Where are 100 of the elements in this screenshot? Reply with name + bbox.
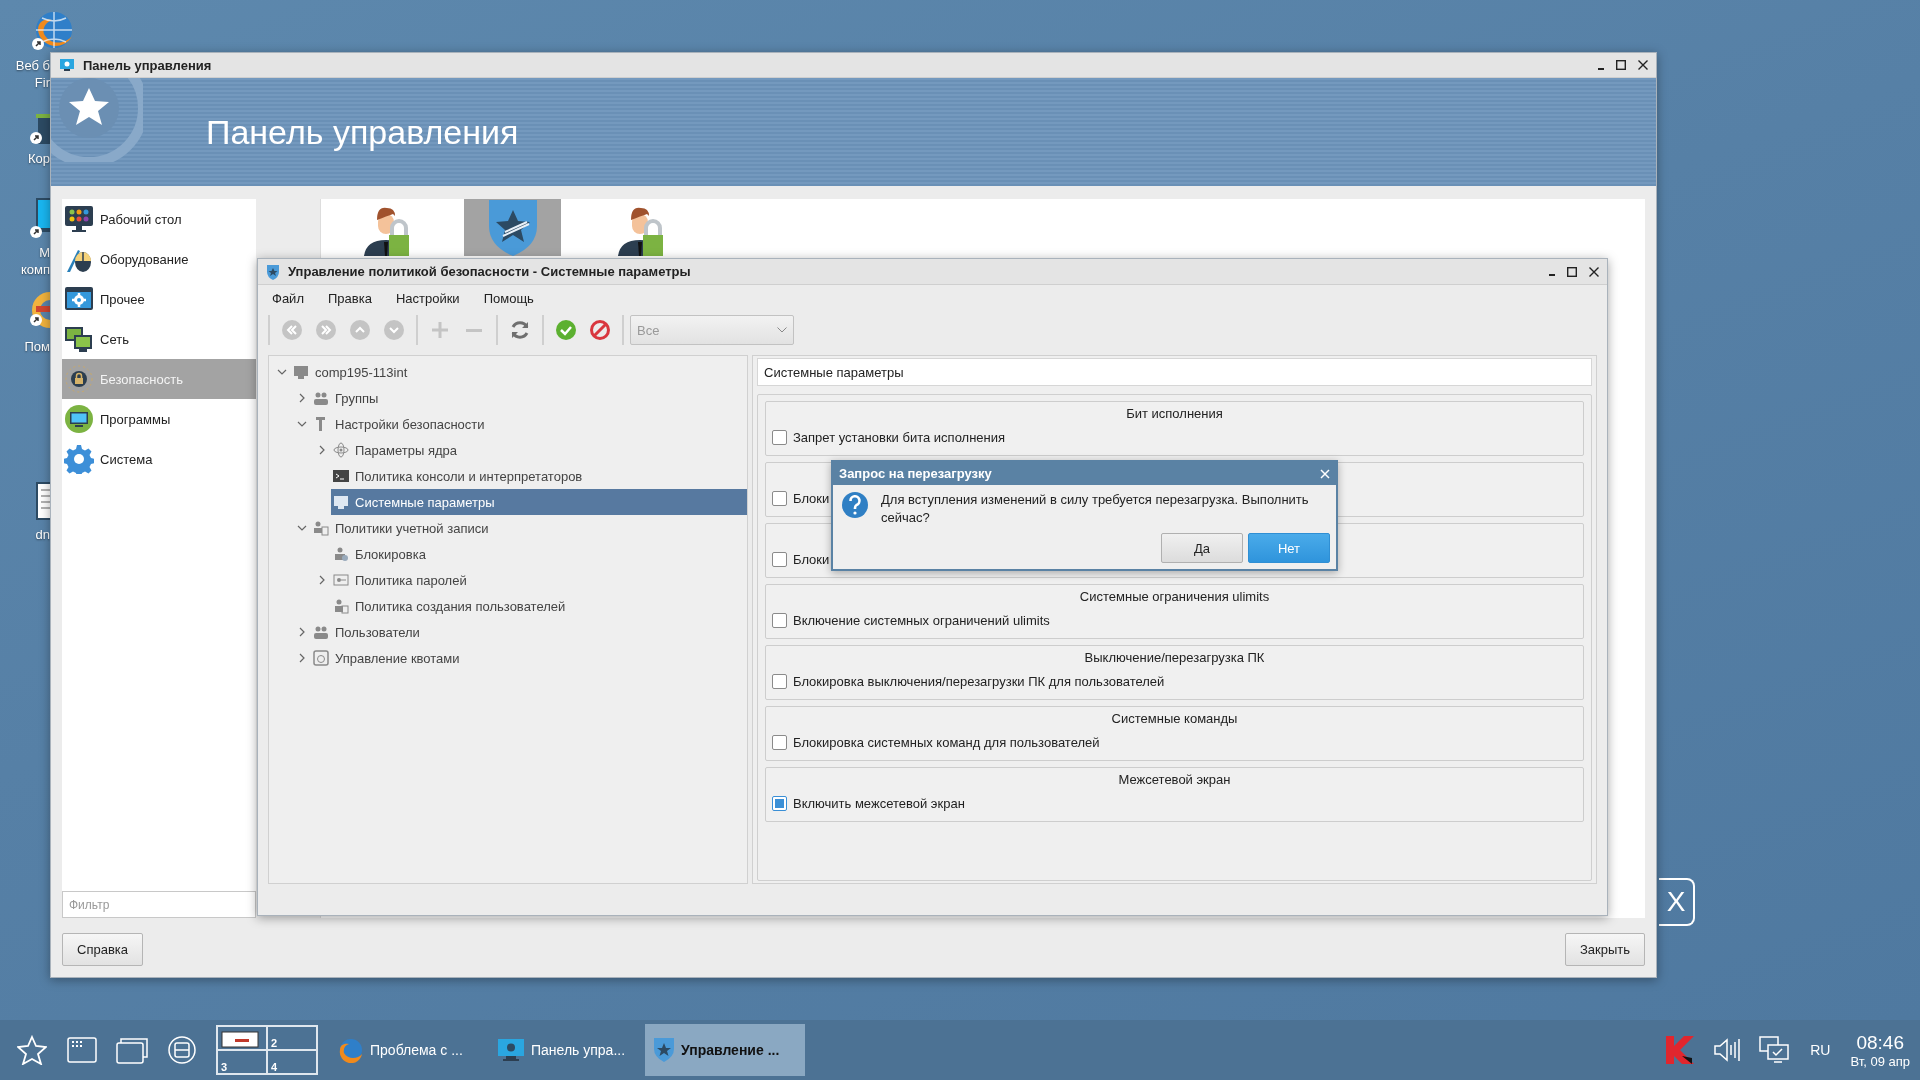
dialog-title: Запрос на перезагрузку — [839, 466, 993, 481]
tree-item[interactable]: Политика создания пользователей — [331, 593, 747, 619]
trash-icon[interactable] — [28, 112, 50, 146]
option-checkbox[interactable]: Блоки — [772, 552, 830, 567]
help-button[interactable]: Справка — [62, 933, 143, 966]
windows-icon — [116, 1036, 148, 1064]
double-left-icon — [281, 319, 303, 341]
chevron-right-icon[interactable] — [297, 393, 307, 403]
tree-item[interactable]: Политика паролей — [331, 567, 747, 593]
network-monitors-icon — [64, 324, 94, 354]
chevron-up-icon — [349, 319, 371, 341]
chevron-down-icon — [383, 319, 405, 341]
option-checkbox[interactable]: Блоки — [772, 491, 830, 506]
shield-icon — [653, 1037, 675, 1063]
dialog-button[interactable]: Да — [1161, 533, 1243, 563]
category-item[interactable]: Программы — [62, 399, 256, 439]
category-item[interactable]: Система — [62, 439, 256, 479]
plus-icon — [429, 319, 451, 341]
chevron-down-icon[interactable] — [277, 367, 287, 377]
close-button[interactable]: Закрыть — [1564, 933, 1645, 966]
chevron-right-icon[interactable] — [317, 575, 327, 585]
tree-item[interactable]: Политика консоли и интерпретаторов — [331, 463, 747, 489]
lock-badge-icon — [64, 364, 94, 394]
option-checkbox[interactable]: Включение системных ограничений ulimits — [772, 613, 1050, 628]
tree-item[interactable]: Параметры ядра — [331, 437, 747, 463]
chevron-down-icon[interactable] — [297, 523, 307, 533]
category-item[interactable]: Прочее — [62, 279, 256, 319]
option-checkbox[interactable]: Запрет установки бита исполнения — [772, 430, 1006, 445]
chevron-down-icon[interactable] — [297, 419, 307, 429]
gauge-icon — [313, 650, 329, 666]
window-title: Управление политикой безопасности - Системные параметры — [288, 264, 692, 279]
desktop-icon-label: М — [39, 244, 50, 261]
close-icon[interactable] — [1589, 266, 1599, 277]
tree-item[interactable]: Пользователи — [311, 619, 747, 645]
key-card-icon — [333, 572, 349, 588]
star-emblem-icon — [51, 78, 143, 162]
window-title: Панель управления — [83, 57, 213, 73]
monitor-circle-icon — [64, 404, 94, 434]
section-title: Бит исполнения — [1126, 406, 1223, 423]
menu-item[interactable]: Файл — [264, 290, 312, 306]
close-icon[interactable] — [1638, 60, 1648, 70]
category-item[interactable]: Оборудование — [62, 239, 256, 279]
tree-item[interactable]: Блокировка — [331, 541, 747, 567]
panel-title: Системные параметры — [757, 358, 1592, 386]
menu-item[interactable]: Правка — [319, 290, 380, 306]
option-checkbox[interactable]: Включить межсетевой экран — [772, 796, 965, 811]
monitor-gear-icon — [59, 57, 75, 73]
network-icon[interactable] — [1758, 1035, 1791, 1065]
tree-item[interactable]: comp195-113int — [291, 359, 747, 385]
tree-item[interactable]: Группы — [311, 385, 747, 411]
window-thumbnail-icon — [221, 1031, 261, 1049]
category-item[interactable]: Рабочий стол — [62, 199, 256, 239]
desktop-number: 2 — [271, 1037, 278, 1049]
category-item[interactable]: Сеть — [62, 319, 256, 359]
browser-icon — [338, 1037, 364, 1063]
clock-time: 08:46 — [1856, 1031, 1904, 1054]
taskbar-task[interactable]: Проблема с ... — [330, 1024, 483, 1076]
taskbar-task[interactable]: Управление ... — [645, 1024, 805, 1076]
maximize-icon[interactable] — [1616, 60, 1626, 70]
menu-item[interactable]: Настройки — [387, 290, 468, 306]
tree-item[interactable]: Системные параметры — [331, 489, 747, 515]
user-add-icon — [333, 598, 349, 614]
keyboard-layout[interactable]: RU — [1810, 1042, 1831, 1058]
chevron-right-icon[interactable] — [317, 445, 327, 455]
star-icon — [17, 1035, 47, 1065]
tree-item[interactable]: Политики учетной записи — [311, 515, 747, 541]
tree-item[interactable]: Управление квотами — [311, 645, 747, 671]
taskbar-task[interactable]: Панель упра... — [489, 1024, 639, 1076]
logo: X — [1659, 878, 1695, 926]
tree-item[interactable]: Настройки безопасности — [311, 411, 747, 437]
section-title: Системные ограничения ulimits — [1079, 589, 1270, 606]
atom-icon — [333, 442, 349, 458]
option-checkbox[interactable]: Блокировка выключения/перезагрузки ПК для пользователей — [772, 674, 1165, 689]
chevron-right-icon[interactable] — [297, 653, 307, 663]
desktop-pager[interactable]: 2 3 4 — [216, 1025, 318, 1075]
banner-title: Панель управления — [206, 112, 519, 152]
section-title: Выключение/перезагрузка ПК — [1084, 650, 1265, 667]
monitor-gear-icon — [497, 1037, 525, 1063]
computer-icon — [293, 364, 309, 380]
minimize-icon[interactable] — [1598, 67, 1604, 70]
monitor-icon — [64, 204, 94, 234]
app-grid-icon — [67, 1037, 97, 1063]
monitor-icon — [333, 494, 349, 510]
menu-item[interactable]: Помощь — [475, 290, 542, 306]
lifebuoy-icon[interactable] — [28, 290, 50, 330]
drive-icon — [167, 1035, 197, 1065]
user-lock-icon — [333, 546, 349, 562]
desktop-icon-label: Пом — [24, 338, 50, 355]
desktop-icon-label: Веб б — [15, 57, 50, 74]
module-tile[interactable] — [464, 199, 561, 256]
minus-icon — [466, 328, 482, 332]
chevron-right-icon[interactable] — [297, 627, 307, 637]
option-checkbox[interactable]: Блокировка системных команд для пользователей — [772, 735, 1100, 750]
antivirus-icon[interactable] — [1664, 1034, 1697, 1066]
filter-field[interactable]: Фильтр — [62, 891, 256, 918]
double-right-icon — [315, 319, 337, 341]
volume-icon[interactable] — [1712, 1036, 1743, 1064]
terminal-icon — [333, 468, 349, 484]
dialog-message: Для вступления изменений в силу требуется перезагрузка. Выполнить сейчас? — [881, 491, 1310, 527]
maximize-icon[interactable] — [1567, 266, 1577, 277]
